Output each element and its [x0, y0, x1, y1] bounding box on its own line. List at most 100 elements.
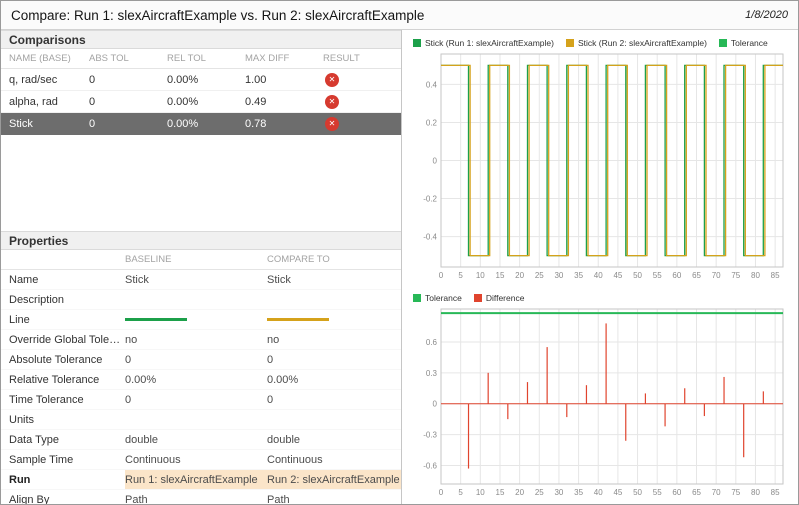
property-row-override-tolerance: Override Global Tolera... no no [1, 330, 401, 350]
legend-item: Stick (Run 2: slexAircraftExample) [565, 38, 707, 48]
svg-text:-0.2: -0.2 [423, 195, 437, 204]
svg-text:-0.6: -0.6 [423, 461, 437, 470]
svg-text:25: 25 [535, 271, 544, 280]
property-row-absolute-tolerance: Absolute Tolerance 0 0 [1, 350, 401, 370]
properties-table-header: BASELINE COMPARE TO [1, 250, 401, 270]
svg-text:35: 35 [574, 271, 583, 280]
baseline-rel-tol-value[interactable]: 0.00% [125, 370, 267, 389]
property-row-run: Run Run 1: slexAircraftExample Run 2: sl… [1, 470, 401, 490]
signal-name: q, rad/sec [9, 73, 58, 86]
col-abs-tol: ABS TOL [89, 53, 129, 64]
signals-plot[interactable]: 0 5 10 15 20 25 30 35 40 45 50 55 60 65 70 75 80 85 -0.4 -0… [411, 50, 791, 282]
signal-name: alpha, rad [9, 95, 58, 108]
col-baseline: BASELINE [125, 254, 172, 265]
baseline-abs-tol-value[interactable]: 0 [125, 350, 267, 369]
svg-text:0.6: 0.6 [426, 338, 438, 347]
svg-text:55: 55 [653, 271, 662, 280]
col-name-base: NAME (BASE) [9, 53, 71, 64]
svg-text:55: 55 [653, 488, 662, 497]
legend-label: Stick (Run 1: slexAircraftExample) [425, 37, 554, 48]
svg-text:60: 60 [672, 271, 681, 280]
max-diff-value: 1.00 [245, 73, 267, 86]
page-title: Compare: Run 1: slexAircraftExample vs. … [11, 7, 425, 23]
col-max-diff: MAX DIFF [245, 53, 290, 64]
compare-description-value[interactable] [267, 290, 401, 309]
compare-window: Compare: Run 1: slexAircraftExample vs. … [0, 0, 799, 505]
property-row-relative-tolerance: Relative Tolerance 0.00% 0.00% [1, 370, 401, 390]
property-row-data-type: Data Type double double [1, 430, 401, 450]
compare-name-value[interactable]: Stick [267, 270, 401, 289]
svg-text:75: 75 [731, 271, 740, 280]
abs-tol-value: 0 [89, 73, 96, 86]
property-row-align-by: Align By Path Path [1, 490, 401, 505]
baseline-units-value[interactable] [125, 410, 267, 429]
svg-text:50: 50 [633, 488, 642, 497]
compare-align-by-value[interactable]: Path [267, 490, 401, 505]
svg-text:30: 30 [554, 271, 563, 280]
svg-text:25: 25 [535, 488, 544, 497]
svg-text:45: 45 [613, 488, 622, 497]
svg-text:5: 5 [458, 488, 463, 497]
svg-text:15: 15 [496, 271, 505, 280]
legend-swatch-icon [718, 38, 727, 47]
fail-icon: ✕ [325, 116, 339, 131]
baseline-override-value[interactable]: no [125, 330, 267, 349]
svg-text:20: 20 [515, 488, 524, 497]
property-row-units: Units [1, 410, 401, 430]
property-label: Description [9, 293, 65, 306]
legend-label: Tolerance [425, 292, 462, 303]
compare-time-tol-value[interactable]: 0 [267, 390, 401, 409]
baseline-description-value[interactable] [125, 290, 267, 309]
compare-units-value[interactable] [267, 410, 401, 429]
col-result: RESULT [323, 53, 360, 64]
header-date: 1/8/2020 [745, 9, 788, 21]
svg-text:0: 0 [439, 271, 444, 280]
svg-text:-0.3: -0.3 [423, 431, 437, 440]
svg-text:0: 0 [433, 400, 438, 409]
line-swatch-compare[interactable] [267, 318, 329, 321]
baseline-name-value[interactable]: Stick [125, 270, 267, 289]
property-row-description: Description [1, 290, 401, 310]
svg-text:70: 70 [712, 271, 721, 280]
compare-line-style[interactable] [267, 310, 401, 329]
svg-text:45: 45 [613, 271, 622, 280]
signals-chart-legend: Stick (Run 1: slexAircraftExample) Stick … [411, 35, 791, 50]
compare-abs-tol-value[interactable]: 0 [267, 350, 401, 369]
comparison-row-q[interactable]: q, rad/sec 0 0.00% 1.00 ✕ [1, 69, 401, 91]
property-label: Run [9, 473, 31, 486]
property-label: Line [9, 313, 30, 326]
legend-swatch-icon [473, 293, 482, 302]
property-label: Time Tolerance [9, 393, 84, 406]
abs-tol-value: 0 [89, 95, 96, 108]
difference-chart: Tolerance Difference 0 5 10 15 20 25 30 35 40 45 50… [411, 290, 791, 499]
difference-plot[interactable]: 0 5 10 15 20 25 30 35 40 45 50 55 60 65 70 75 80 85 -0.6 -0… [411, 305, 791, 499]
svg-text:35: 35 [574, 488, 583, 497]
compare-rel-tol-value[interactable]: 0.00% [267, 370, 401, 389]
max-diff-value: 0.78 [245, 117, 267, 130]
properties-title: Properties [9, 233, 69, 248]
rel-tol-value: 0.00% [167, 117, 199, 130]
svg-text:0.3: 0.3 [426, 369, 438, 378]
baseline-line-style[interactable] [125, 310, 267, 329]
comparison-row-stick[interactable]: Stick 0 0.00% 0.78 ✕ [1, 113, 401, 135]
comparisons-table: NAME (BASE) ABS TOL REL TOL MAX DIFF RES… [1, 49, 401, 231]
legend-item: Stick (Run 1: slexAircraftExample) [413, 38, 554, 48]
svg-text:85: 85 [771, 488, 780, 497]
svg-text:40: 40 [594, 488, 603, 497]
compare-override-value[interactable]: no [267, 330, 401, 349]
legend-label: Difference [485, 292, 525, 303]
baseline-align-by-value[interactable]: Path [125, 490, 267, 505]
svg-text:40: 40 [594, 271, 603, 280]
line-swatch-baseline[interactable] [125, 318, 187, 321]
svg-text:80: 80 [751, 488, 760, 497]
svg-text:75: 75 [731, 488, 740, 497]
svg-text:50: 50 [633, 271, 642, 280]
legend-label: Tolerance [730, 37, 768, 48]
property-label: Units [9, 413, 35, 426]
baseline-time-tol-value[interactable]: 0 [125, 390, 267, 409]
comparison-row-alpha[interactable]: alpha, rad 0 0.00% 0.49 ✕ [1, 91, 401, 113]
svg-text:0: 0 [433, 157, 438, 166]
header-bar: Compare: Run 1: slexAircraftExample vs. … [1, 1, 798, 30]
baseline-sample-time-value: Continuous [125, 453, 181, 466]
svg-text:80: 80 [751, 271, 760, 280]
